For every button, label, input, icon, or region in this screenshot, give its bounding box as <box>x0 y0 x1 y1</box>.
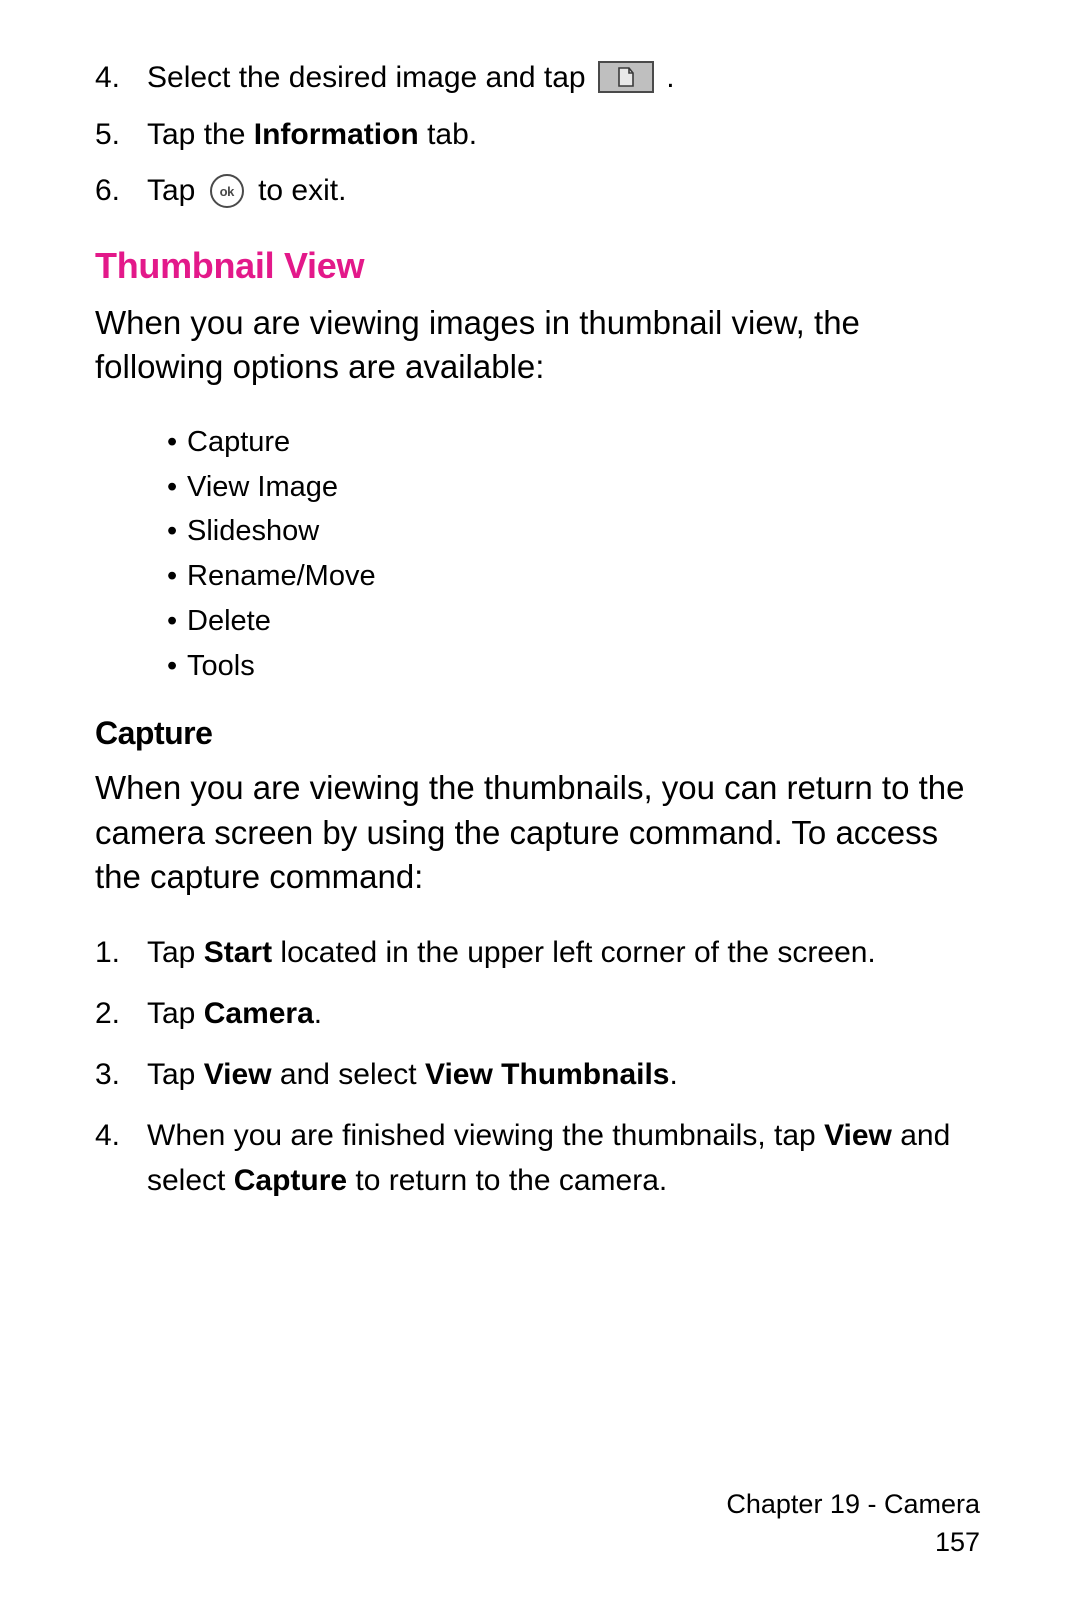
step-number: 5. <box>95 112 147 159</box>
bold-text: Information <box>254 118 419 151</box>
bold-text: View Thumbnails <box>425 1058 670 1091</box>
step-text: Tap the Information tab. <box>147 112 477 159</box>
chapter-label: Chapter 19 - Camera <box>726 1486 980 1524</box>
text: Tap <box>147 936 204 969</box>
step-number: 4. <box>95 1113 147 1203</box>
file-icon <box>598 61 654 93</box>
step-4: 4. Select the desired image and tap . <box>95 55 985 102</box>
capture-intro: When you are viewing the thumbnails, you… <box>95 766 985 900</box>
step-number: 3. <box>95 1052 147 1097</box>
capture-step-1: 1. Tap Start located in the upper left c… <box>95 930 985 975</box>
step-text: Tap View and select View Thumbnails. <box>147 1052 985 1097</box>
top-steps-list: 4. Select the desired image and tap . 5.… <box>95 55 985 215</box>
text: to return to the camera. <box>347 1164 667 1197</box>
section-heading-thumbnail-view: Thumbnail View <box>95 245 985 287</box>
list-item: Rename/Move <box>167 554 985 599</box>
step-number: 4. <box>95 55 147 102</box>
page: 4. Select the desired image and tap . 5.… <box>0 0 1080 1622</box>
text: Select the desired image and tap <box>147 61 594 94</box>
bold-text: Capture <box>234 1164 347 1197</box>
step-text: Select the desired image and tap . <box>147 55 675 102</box>
step-number: 2. <box>95 991 147 1036</box>
step-text: Tap Start located in the upper left corn… <box>147 930 985 975</box>
text: located in the upper left corner of the … <box>272 936 876 969</box>
text: Tap <box>147 174 204 207</box>
capture-step-3: 3. Tap View and select View Thumbnails. <box>95 1052 985 1097</box>
list-item: View Image <box>167 465 985 510</box>
step-number: 1. <box>95 930 147 975</box>
page-footer: Chapter 19 - Camera 157 <box>726 1486 980 1562</box>
text: Tap the <box>147 118 254 151</box>
page-number: 157 <box>726 1524 980 1562</box>
text: Tap <box>147 1058 204 1091</box>
step-text: Tap Camera. <box>147 991 985 1036</box>
thumbnail-intro: When you are viewing images in thumbnail… <box>95 301 985 390</box>
bold-text: Camera <box>204 997 314 1030</box>
step-text: When you are finished viewing the thumbn… <box>147 1113 985 1203</box>
step-number: 6. <box>95 168 147 215</box>
ok-icon: ok <box>210 174 244 208</box>
list-item: Tools <box>167 644 985 689</box>
list-item: Slideshow <box>167 509 985 554</box>
list-item: Delete <box>167 599 985 644</box>
step-6: 6. Tap ok to exit. <box>95 168 985 215</box>
step-text: Tap ok to exit. <box>147 168 346 215</box>
thumbnail-options-list: Capture View Image Slideshow Rename/Move… <box>167 420 985 690</box>
bold-text: View <box>204 1058 272 1091</box>
step-5: 5. Tap the Information tab. <box>95 112 985 159</box>
text: . <box>666 61 674 94</box>
text: to exit. <box>258 174 346 207</box>
text: . <box>314 997 322 1030</box>
capture-step-2: 2. Tap Camera. <box>95 991 985 1036</box>
subsection-heading-capture: Capture <box>95 715 985 752</box>
text: tab. <box>419 118 477 151</box>
bold-text: View <box>824 1119 892 1152</box>
text: When you are finished viewing the thumbn… <box>147 1119 824 1152</box>
capture-steps-list: 1. Tap Start located in the upper left c… <box>95 930 985 1203</box>
bold-text: Start <box>204 936 272 969</box>
text: . <box>669 1058 677 1091</box>
text: Tap <box>147 997 204 1030</box>
list-item: Capture <box>167 420 985 465</box>
text: and select <box>272 1058 425 1091</box>
ok-label: ok <box>220 185 234 198</box>
capture-step-4: 4. When you are finished viewing the thu… <box>95 1113 985 1203</box>
